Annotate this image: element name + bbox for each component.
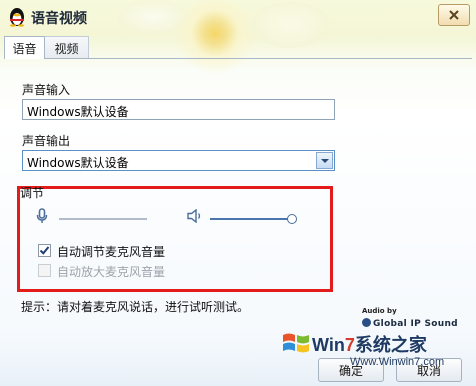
- close-button[interactable]: [438, 4, 470, 26]
- gips-icon: [362, 318, 371, 327]
- checkmark-icon: [39, 246, 50, 255]
- tab-video[interactable]: 视频: [45, 36, 89, 58]
- input-device-select[interactable]: Windows默认设备: [22, 99, 335, 120]
- speaker-volume-thumb[interactable]: [287, 214, 297, 224]
- auto-adjust-label[interactable]: 自动调节麦克风音量: [57, 243, 165, 260]
- mic-volume-track[interactable]: [59, 218, 147, 220]
- audio-by-text: Audio by: [362, 307, 397, 315]
- input-device-value: Windows默认设备: [27, 105, 129, 119]
- gips-name: Global IP Sound: [373, 319, 458, 329]
- chevron-down-icon[interactable]: [316, 152, 333, 169]
- qq-penguin-icon: [10, 8, 24, 27]
- input-device-label: 声音输入: [22, 83, 71, 97]
- output-device-value: Windows默认设备: [27, 156, 129, 170]
- microphone-icon[interactable]: [36, 208, 48, 224]
- output-device-select[interactable]: Windows默认设备: [22, 150, 335, 171]
- auto-amplify-label: 自动放大麦克风音量: [57, 265, 166, 279]
- window-title: 语音视频: [31, 11, 87, 27]
- close-icon: [449, 10, 459, 20]
- gips-logo: Global IP Sound: [362, 318, 458, 329]
- auto-amplify-checkbox: [38, 264, 51, 277]
- output-device-label: 声音输出: [22, 134, 71, 148]
- tab-divider: [4, 58, 472, 59]
- watermark-url: Www.Winwin7.com: [350, 356, 445, 368]
- hint-text: 提示：请对着麦克风说话，进行试听测试。: [21, 300, 250, 314]
- speaker-volume-track[interactable]: [210, 218, 289, 220]
- watermark-brand-suffix: 系统之家: [354, 335, 427, 355]
- watermark-brand: Win7系统之家: [312, 331, 427, 357]
- tab-voice[interactable]: 语音: [4, 36, 45, 59]
- auto-adjust-checkbox[interactable]: [38, 244, 51, 257]
- voice-video-dialog: 语音视频 语音 视频 声音输入 Windows默认设备 声音输出 Windows…: [0, 0, 476, 386]
- windows-logo-watermark: [283, 333, 309, 353]
- watermark-brand-seven: 7: [344, 335, 355, 355]
- adjust-section-label: 调节: [20, 186, 45, 200]
- title-bar: 语音视频: [0, 0, 476, 34]
- watermark-brand-prefix: Win: [312, 335, 345, 355]
- speaker-icon[interactable]: [187, 209, 203, 223]
